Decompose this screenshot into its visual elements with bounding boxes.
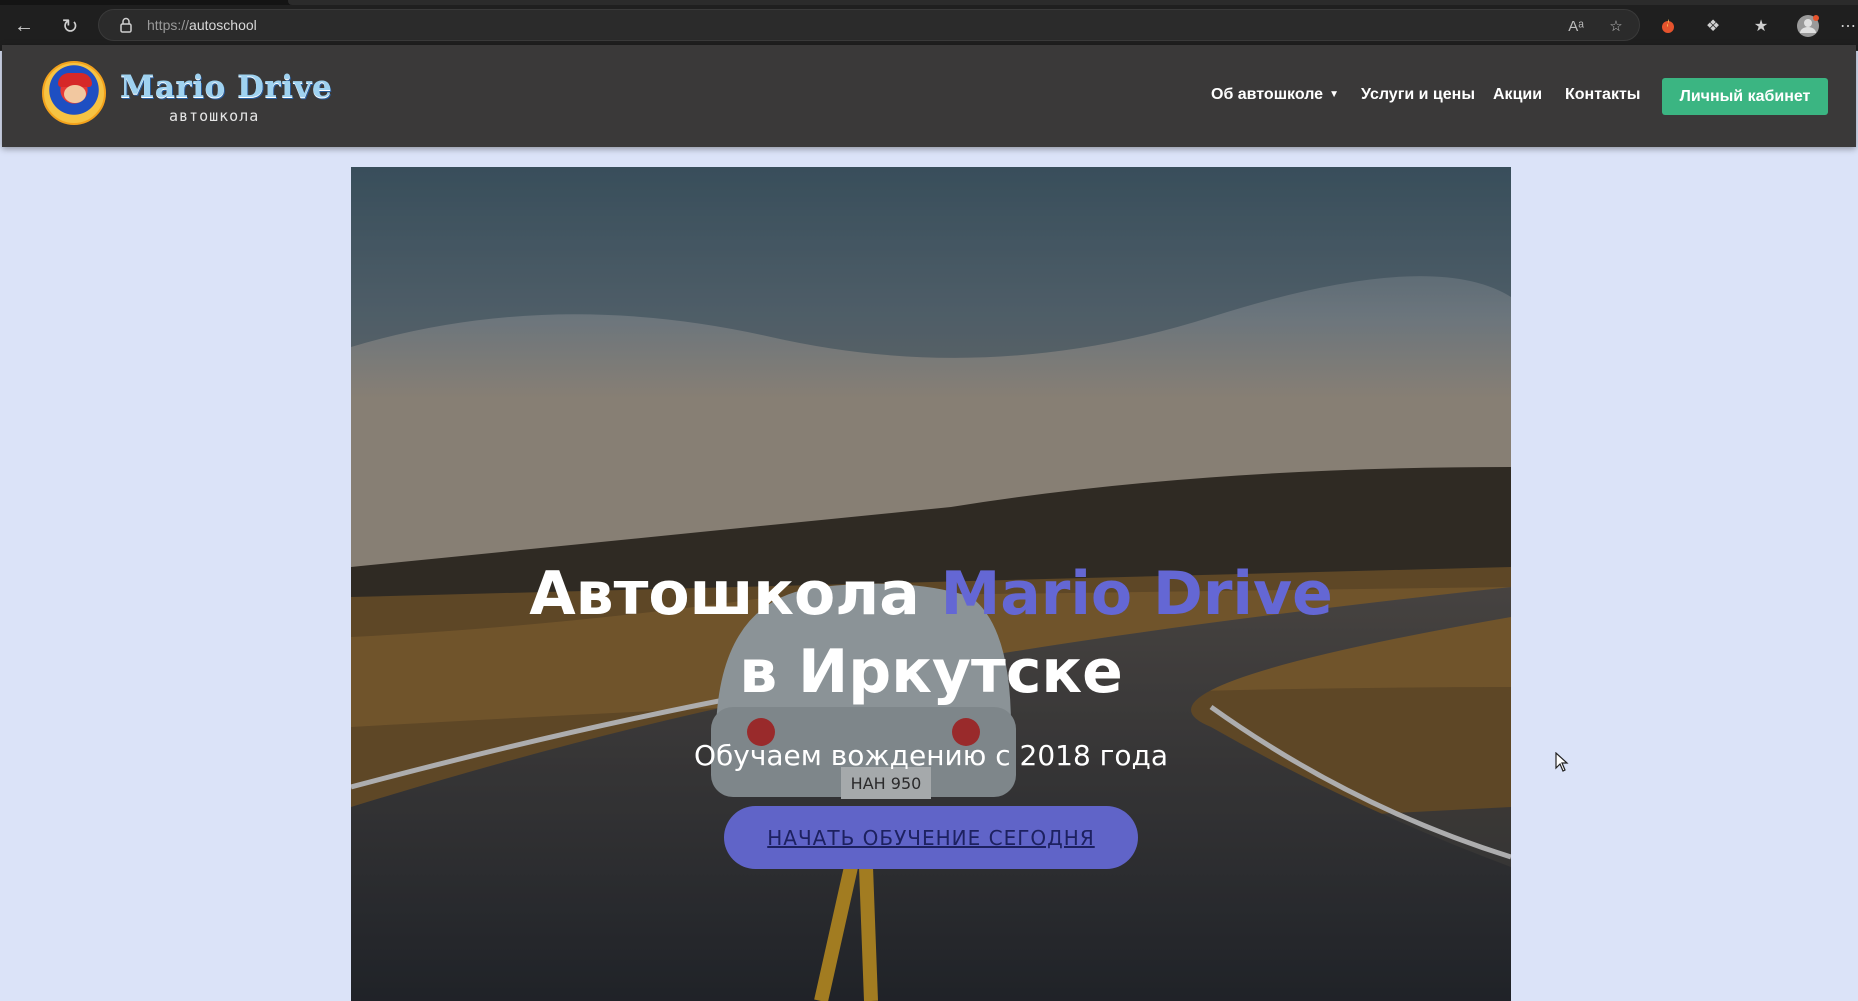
logo-subtitle: автошкола	[169, 107, 260, 125]
tab-strip	[0, 0, 1858, 5]
logo-face	[64, 85, 86, 103]
nav-about[interactable]: Об автошколе ▼	[1211, 86, 1339, 104]
logo-title[interactable]: Mario Drive	[120, 69, 332, 105]
nav-contacts[interactable]: Контакты	[1565, 86, 1640, 104]
mouse-cursor-icon	[1555, 752, 1569, 772]
active-tab[interactable]	[288, 0, 1858, 5]
hero-subtitle: Обучаем вождению с 2018 года	[693, 739, 1169, 772]
nav-services[interactable]: Услуги и цены	[1361, 86, 1475, 104]
url-host: autoschool	[189, 17, 257, 33]
extensions-icon[interactable]: ❖	[1700, 13, 1726, 39]
reload-icon[interactable]: ↻	[54, 10, 86, 42]
start-training-button[interactable]: НАЧАТЬ ОБУЧЕНИЕ СЕГОДНЯ	[724, 806, 1138, 869]
extension-flame-icon[interactable]	[1655, 13, 1681, 39]
address-bar[interactable]: https://autoschool Aᵃ ☆	[98, 9, 1640, 41]
back-icon[interactable]: ←	[8, 10, 40, 42]
personal-cabinet-button[interactable]: Личный кабинет	[1662, 78, 1828, 115]
url-scheme: https://	[147, 17, 190, 33]
nav-about-label: Об автошколе	[1211, 86, 1324, 103]
site-header: Mario Drive автошкола Об автошколе ▼ Услу…	[2, 45, 1856, 147]
caret-down-icon: ▼	[1329, 89, 1339, 100]
profile-icon[interactable]	[1795, 13, 1821, 39]
more-icon[interactable]: ⋯	[1838, 13, 1858, 39]
mario-logo-icon[interactable]	[42, 61, 106, 125]
favorites-icon[interactable]: ★	[1748, 13, 1774, 39]
hero-title: Автошкола Mario Drive в Иркутске	[351, 555, 1511, 711]
lock-icon[interactable]	[117, 16, 135, 34]
read-aloud-icon[interactable]: Aᵃ	[1566, 16, 1586, 36]
hero-title-accent: Mario Drive	[940, 559, 1333, 629]
hero-title-part2: в Иркутске	[739, 637, 1123, 707]
browser-toolbar: ← ↻ https://autoschool Aᵃ ☆ ❖ ★ ⋯	[0, 0, 1858, 51]
nav-promos[interactable]: Акции	[1493, 86, 1542, 104]
favorite-star-icon[interactable]: ☆	[1606, 16, 1626, 36]
url-text[interactable]: https://autoschool	[147, 17, 257, 33]
hero-banner: HAH 950 Автошкола Mario Drive в Иркутске…	[351, 167, 1511, 1001]
hero-title-part1: Автошкола	[529, 559, 920, 629]
